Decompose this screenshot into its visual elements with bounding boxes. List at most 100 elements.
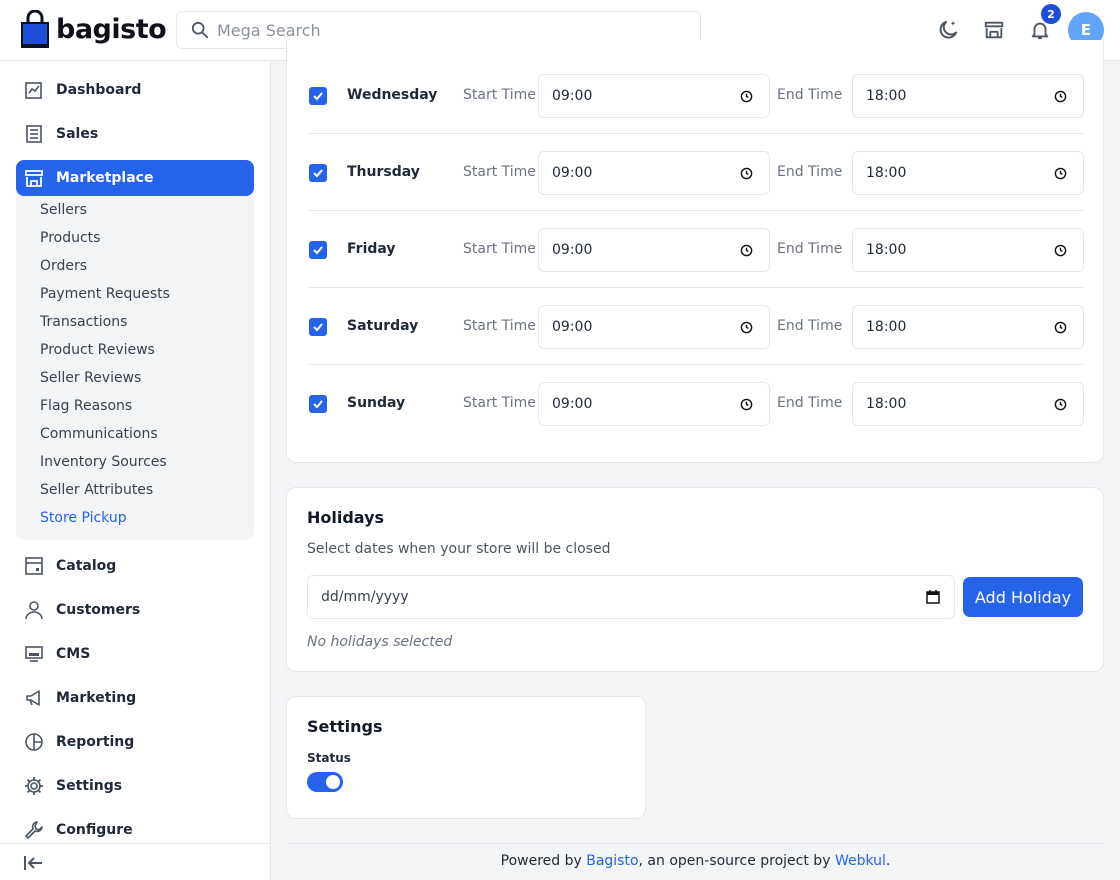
clock-icon bbox=[1054, 167, 1067, 180]
sidebar-item-catalog[interactable]: Catalog bbox=[16, 548, 254, 584]
day-checkbox-thursday[interactable] bbox=[309, 164, 327, 182]
store-icon bbox=[24, 168, 44, 188]
end-time-input[interactable]: 18:00 bbox=[852, 151, 1084, 195]
clock-icon bbox=[740, 398, 753, 411]
submenu-item-flag-reasons[interactable]: Flag Reasons bbox=[40, 398, 132, 414]
holidays-title: Holidays bbox=[307, 508, 385, 527]
gear-icon bbox=[24, 776, 44, 796]
page-footer: Powered by Bagisto, an open-source proje… bbox=[287, 853, 1104, 869]
receipt-icon bbox=[24, 124, 44, 144]
sidebar-item-cms[interactable]: CMS bbox=[16, 636, 254, 672]
end-time-value: 18:00 bbox=[866, 165, 907, 181]
sidebar-item-sales[interactable]: Sales bbox=[16, 116, 254, 152]
start-time-label: Start Time bbox=[463, 164, 536, 180]
end-time-value: 18:00 bbox=[866, 88, 907, 104]
submenu-item-transactions[interactable]: Transactions bbox=[40, 314, 127, 330]
day-checkbox-saturday[interactable] bbox=[309, 318, 327, 336]
bagisto-logo[interactable]: bagisto bbox=[20, 10, 167, 48]
submenu-item-seller-reviews[interactable]: Seller Reviews bbox=[40, 370, 141, 386]
bagisto-link[interactable]: Bagisto bbox=[586, 853, 638, 869]
start-time-label: Start Time bbox=[463, 87, 536, 103]
row-divider bbox=[309, 133, 1083, 134]
sidebar-item-marketing[interactable]: Marketing bbox=[16, 680, 254, 716]
end-time-label: End Time bbox=[777, 241, 843, 257]
check-icon bbox=[313, 323, 323, 332]
end-time-input[interactable]: 18:00 bbox=[852, 228, 1084, 272]
start-time-input[interactable]: 09:00 bbox=[538, 228, 770, 272]
clock-icon bbox=[1054, 398, 1067, 411]
end-time-input[interactable]: 18:00 bbox=[852, 382, 1084, 426]
clock-icon bbox=[740, 90, 753, 103]
submenu-item-seller-attributes[interactable]: Seller Attributes bbox=[40, 482, 153, 498]
end-time-label: End Time bbox=[777, 395, 843, 411]
day-name: Thursday bbox=[347, 164, 420, 180]
day-checkbox-friday[interactable] bbox=[309, 241, 327, 259]
sidebar-item-settings[interactable]: Settings bbox=[16, 768, 254, 804]
submenu-item-payment-requests[interactable]: Payment Requests bbox=[40, 286, 170, 302]
shopping-bag-icon bbox=[21, 10, 49, 48]
date-placeholder: dd/mm/yyyy bbox=[321, 589, 409, 605]
settings-title: Settings bbox=[307, 717, 383, 736]
status-label: Status bbox=[307, 751, 351, 765]
row-divider bbox=[309, 287, 1083, 288]
sidebar-item-dashboard[interactable]: Dashboard bbox=[16, 72, 254, 108]
schedule-row-thursday: Thursday Start Time 09:00 End Time 18:00 bbox=[309, 151, 1084, 211]
status-toggle[interactable] bbox=[307, 772, 343, 792]
end-time-label: End Time bbox=[777, 164, 843, 180]
sidebar-item-label: Configure bbox=[56, 822, 133, 838]
weekly-schedule-card: Wednesday Start Time 09:00 End Time 18:0… bbox=[286, 40, 1104, 463]
start-time-value: 09:00 bbox=[552, 242, 593, 258]
sidebar-item-marketplace[interactable]: Marketplace bbox=[16, 160, 254, 196]
sidebar-item-customers[interactable]: Customers bbox=[16, 592, 254, 628]
collapse-sidebar-icon[interactable] bbox=[22, 852, 44, 874]
start-time-value: 09:00 bbox=[552, 165, 593, 181]
submenu-item-communications[interactable]: Communications bbox=[40, 426, 158, 442]
start-time-label: Start Time bbox=[463, 318, 536, 334]
holiday-date-input[interactable]: dd/mm/yyyy bbox=[307, 575, 955, 619]
submenu-item-orders[interactable]: Orders bbox=[40, 258, 87, 274]
end-time-input[interactable]: 18:00 bbox=[852, 74, 1084, 118]
start-time-value: 09:00 bbox=[552, 319, 593, 335]
end-time-value: 18:00 bbox=[866, 319, 907, 335]
schedule-row-friday: Friday Start Time 09:00 End Time 18:00 bbox=[309, 228, 1084, 288]
toggle-knob bbox=[326, 775, 340, 789]
sidebar-item-reporting[interactable]: Reporting bbox=[16, 724, 254, 760]
clock-icon bbox=[1054, 90, 1067, 103]
store-icon bbox=[984, 21, 1004, 39]
end-time-input[interactable]: 18:00 bbox=[852, 305, 1084, 349]
day-name: Wednesday bbox=[347, 87, 438, 103]
submenu-item-store-pickup[interactable]: Store Pickup bbox=[40, 510, 127, 526]
sidebar: Dashboard Sales Marketplace Sellers Prod… bbox=[0, 61, 271, 880]
check-icon bbox=[313, 400, 323, 409]
submenu-item-sellers[interactable]: Sellers bbox=[40, 202, 87, 218]
sidebar-item-label: Reporting bbox=[56, 734, 135, 750]
start-time-input[interactable]: 09:00 bbox=[538, 74, 770, 118]
search-input[interactable] bbox=[217, 20, 697, 40]
footer-divider bbox=[287, 843, 1104, 844]
day-checkbox-sunday[interactable] bbox=[309, 395, 327, 413]
start-time-input[interactable]: 09:00 bbox=[538, 305, 770, 349]
dashboard-icon bbox=[24, 80, 44, 100]
submenu-item-products[interactable]: Products bbox=[40, 230, 100, 246]
logo-text: bagisto bbox=[56, 13, 167, 45]
sidebar-footer bbox=[0, 843, 270, 880]
notification-badge: 2 bbox=[1041, 4, 1061, 24]
schedule-row-saturday: Saturday Start Time 09:00 End Time 18:00 bbox=[309, 305, 1084, 365]
clock-icon bbox=[1054, 244, 1067, 257]
end-time-label: End Time bbox=[777, 87, 843, 103]
start-time-label: Start Time bbox=[463, 241, 536, 257]
day-name: Friday bbox=[347, 241, 396, 257]
start-time-value: 09:00 bbox=[552, 88, 593, 104]
end-time-label: End Time bbox=[777, 318, 843, 334]
check-icon bbox=[313, 92, 323, 101]
user-icon bbox=[24, 600, 44, 620]
start-time-input[interactable]: 09:00 bbox=[538, 151, 770, 195]
webkul-link[interactable]: Webkul bbox=[835, 853, 886, 869]
submenu-item-inventory-sources[interactable]: Inventory Sources bbox=[40, 454, 167, 470]
sidebar-item-label: Dashboard bbox=[56, 82, 142, 98]
submenu-item-product-reviews[interactable]: Product Reviews bbox=[40, 342, 155, 358]
start-time-input[interactable]: 09:00 bbox=[538, 382, 770, 426]
add-holiday-button[interactable]: Add Holiday bbox=[963, 577, 1083, 617]
megaphone-icon bbox=[24, 688, 44, 708]
day-checkbox-wednesday[interactable] bbox=[309, 87, 327, 105]
